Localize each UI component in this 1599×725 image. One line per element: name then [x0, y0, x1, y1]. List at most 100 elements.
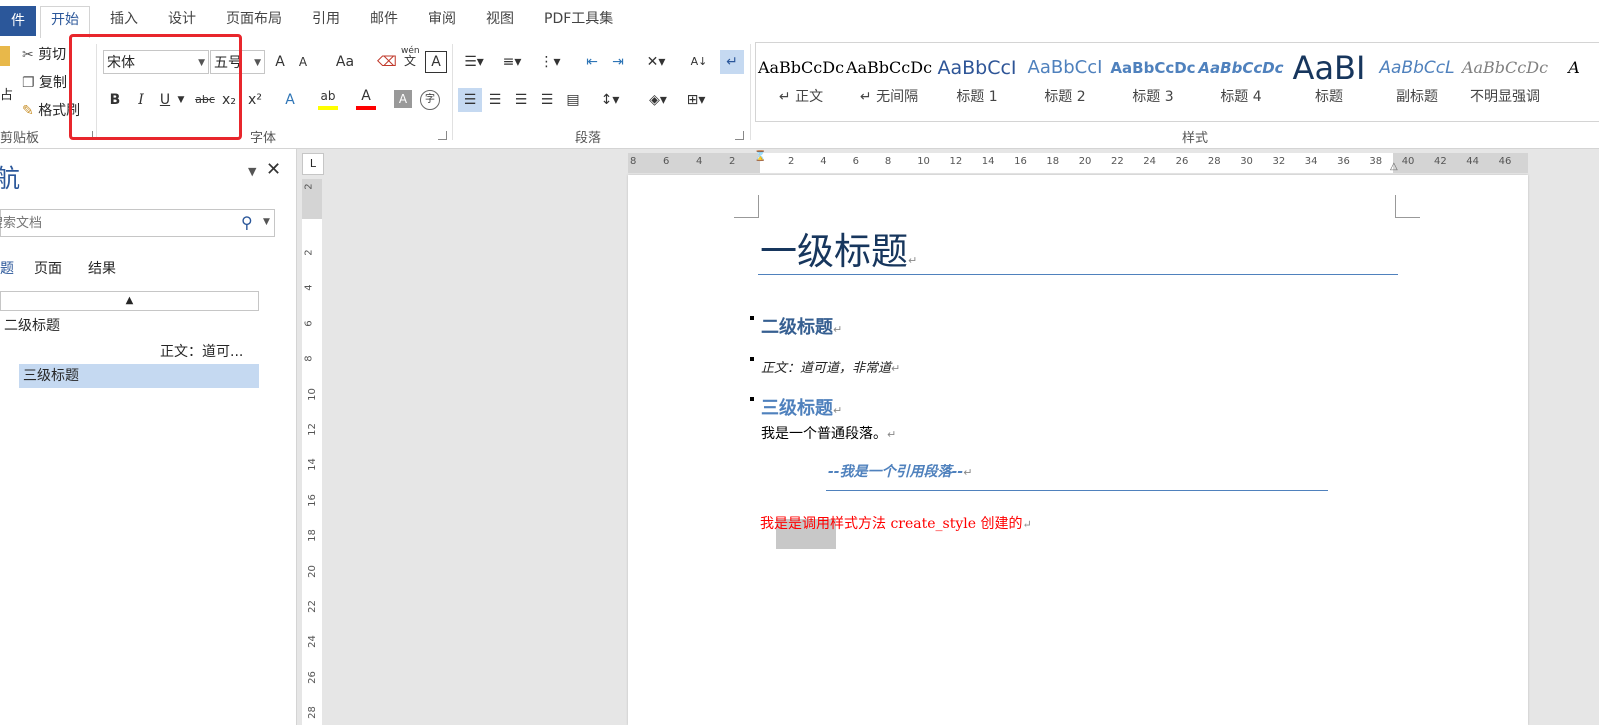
tab-view[interactable]: 视图: [476, 6, 524, 33]
horizontal-ruler[interactable]: 8 6 4 2 2 4 6 8 10 12 14 16 18 20 22 24 26 28 30 32 34 36 38 40…: [628, 151, 1528, 173]
style-more[interactable]: A: [1549, 48, 1599, 114]
tab-review[interactable]: 审阅: [418, 6, 466, 33]
chevron-down-icon: ▼: [254, 58, 261, 68]
cut-button[interactable]: ✂ 剪切: [22, 44, 66, 64]
phonetic-guide-button[interactable]: wén 文: [401, 46, 420, 70]
nav-tree-item-selected[interactable]: 三级标题: [19, 364, 259, 388]
text-effects-button[interactable]: A: [281, 88, 299, 112]
hruler-tick-label: 10: [917, 156, 930, 167]
sort-button[interactable]: A↓: [688, 50, 710, 74]
grow-font-button[interactable]: A: [272, 50, 288, 74]
doc-heading-3[interactable]: 三级标题↵: [761, 394, 842, 420]
chevron-down-icon[interactable]: ▼: [263, 217, 270, 227]
shrink-font-button[interactable]: A: [296, 50, 310, 74]
numbering-icon[interactable]: ≡▾: [498, 50, 526, 74]
style-subtle-emphasis[interactable]: AaBbCcDc 不明显强调: [1461, 48, 1549, 114]
close-icon[interactable]: ✕: [266, 159, 281, 180]
vruler-tick-label: 2: [303, 183, 315, 190]
line-spacing-icon[interactable]: ↕▾: [594, 88, 626, 112]
copy-icon: ❐: [22, 75, 35, 91]
first-indent-marker[interactable]: ⌛: [754, 151, 766, 162]
vruler-tick-label: 28: [306, 706, 318, 720]
nav-tab-results[interactable]: 结果: [88, 258, 116, 278]
superscript-button[interactable]: x²: [246, 88, 264, 112]
vruler-tick-label: 16: [306, 493, 318, 507]
multilevel-list-icon[interactable]: ⋮▾: [536, 50, 564, 74]
right-indent-marker[interactable]: △: [1390, 161, 1398, 172]
tab-insert[interactable]: 插入: [100, 6, 148, 33]
font-color-button[interactable]: A: [356, 86, 376, 110]
list-bullet: [750, 397, 754, 401]
vertical-ruler[interactable]: L 2 2 4 6 8 10 12 14 16 18 20 22 24 26 28: [300, 149, 326, 725]
borders-icon[interactable]: ⊞▾: [680, 88, 712, 112]
tab-pdf-tools[interactable]: PDF工具集: [534, 6, 623, 33]
char-shading-button[interactable]: A: [394, 90, 412, 108]
style-title[interactable]: AaBI 标题: [1285, 48, 1373, 114]
style-normal[interactable]: AaBbCcDc ↵ 正文: [757, 48, 845, 114]
enclose-char-button[interactable]: 字: [420, 90, 440, 110]
asian-layout-icon[interactable]: ✕▾: [642, 50, 670, 74]
style-subtitle[interactable]: AaBbCcL 副标题: [1373, 48, 1461, 114]
justify-icon[interactable]: ☰: [536, 88, 558, 112]
copy-button[interactable]: ❐ 复制: [22, 72, 67, 92]
show-marks-icon[interactable]: ↵: [720, 50, 744, 74]
hruler-tick-label: 16: [1014, 156, 1027, 167]
collapse-heading-icon[interactable]: ▲: [0, 291, 259, 311]
tab-references[interactable]: 引用: [302, 6, 350, 33]
hruler-tick-label: 30: [1240, 156, 1253, 167]
char-border-button[interactable]: A: [425, 51, 447, 73]
hruler-left-margin: [628, 153, 760, 173]
list-bullet: [750, 357, 754, 361]
hruler-tick-label: 26: [1175, 156, 1189, 167]
font-launcher[interactable]: [438, 131, 447, 140]
search-box[interactable]: ⚲ ▼: [0, 209, 275, 237]
nav-tree-item[interactable]: 正文：道可...: [160, 341, 243, 361]
hruler-tick-label: 8: [884, 156, 892, 167]
doc-custom-style-text[interactable]: 我是是调用样式方法 create_style 创建的↵: [760, 513, 1032, 533]
tab-file[interactable]: 件: [0, 6, 36, 36]
decrease-indent-icon[interactable]: ⇤: [582, 50, 602, 74]
highlight-button[interactable]: ab: [318, 86, 338, 110]
style-heading-1[interactable]: AaBbCcI 标题 1: [933, 48, 1021, 114]
tab-mailings[interactable]: 邮件: [360, 6, 408, 33]
align-center-icon[interactable]: ☰: [484, 88, 506, 112]
crop-mark: [734, 195, 759, 218]
vruler-tick-label: 26: [306, 670, 318, 684]
nav-options-icon[interactable]: ▼: [248, 165, 256, 178]
clear-format-icon[interactable]: ⌫: [377, 50, 397, 74]
document-page[interactable]: 一级标题↵ 二级标题↵ 正文：道可道，非常道↵ 三级标题↵ 我是一个普通段落。↵…: [628, 175, 1528, 725]
hruler-tick-label: 34: [1304, 156, 1318, 167]
separator: [452, 44, 453, 140]
search-input[interactable]: [0, 212, 222, 234]
tab-design[interactable]: 设计: [158, 6, 206, 33]
nav-tree-item[interactable]: 二级标题: [4, 315, 60, 335]
paste-icon[interactable]: [0, 46, 10, 66]
doc-heading-1[interactable]: 一级标题↵: [760, 221, 917, 275]
paste-label[interactable]: 占: [0, 84, 13, 103]
style-heading-2[interactable]: AaBbCcI 标题 2: [1021, 48, 1109, 114]
distributed-icon[interactable]: ▤: [562, 88, 584, 112]
bullets-icon[interactable]: ☰▾: [460, 50, 488, 74]
style-heading-4[interactable]: AaBbCcDc 标题 4: [1197, 48, 1285, 114]
paragraph-launcher[interactable]: [735, 131, 744, 140]
doc-quote[interactable]: --我是一个引用段落--↵: [828, 461, 972, 481]
nav-tab-headings[interactable]: 标题: [0, 258, 14, 278]
change-case-button[interactable]: Aa: [330, 50, 360, 74]
hruler-tick-label: 2: [788, 156, 795, 167]
nav-tab-pages[interactable]: 页面: [34, 258, 62, 278]
align-left-icon[interactable]: ☰: [458, 88, 482, 112]
style-heading-3[interactable]: AaBbCcDc 标题 3: [1109, 48, 1197, 114]
nav-title: 导航: [0, 164, 21, 193]
align-right-icon[interactable]: ☰: [510, 88, 532, 112]
tab-selector[interactable]: L: [302, 153, 324, 175]
shading-icon[interactable]: ◈▾: [642, 88, 674, 112]
tab-layout[interactable]: 页面布局: [216, 6, 292, 33]
style-no-spacing[interactable]: AaBbCcDc ↵ 无间隔: [845, 48, 933, 114]
doc-paragraph[interactable]: 我是一个普通段落。↵: [761, 423, 896, 443]
navigation-pane: 导航 ▼ ✕ ⚲ ▼ 标题 页面 结果 ▲ 二级标题 正文：道可... 三级标题: [0, 149, 297, 725]
brush-icon: ✎: [22, 103, 34, 119]
search-icon[interactable]: ⚲: [241, 213, 253, 232]
increase-indent-icon[interactable]: ⇥: [608, 50, 628, 74]
doc-body-italic[interactable]: 正文：道可道，非常道↵: [761, 357, 900, 376]
doc-heading-2[interactable]: 二级标题↵: [761, 313, 842, 339]
